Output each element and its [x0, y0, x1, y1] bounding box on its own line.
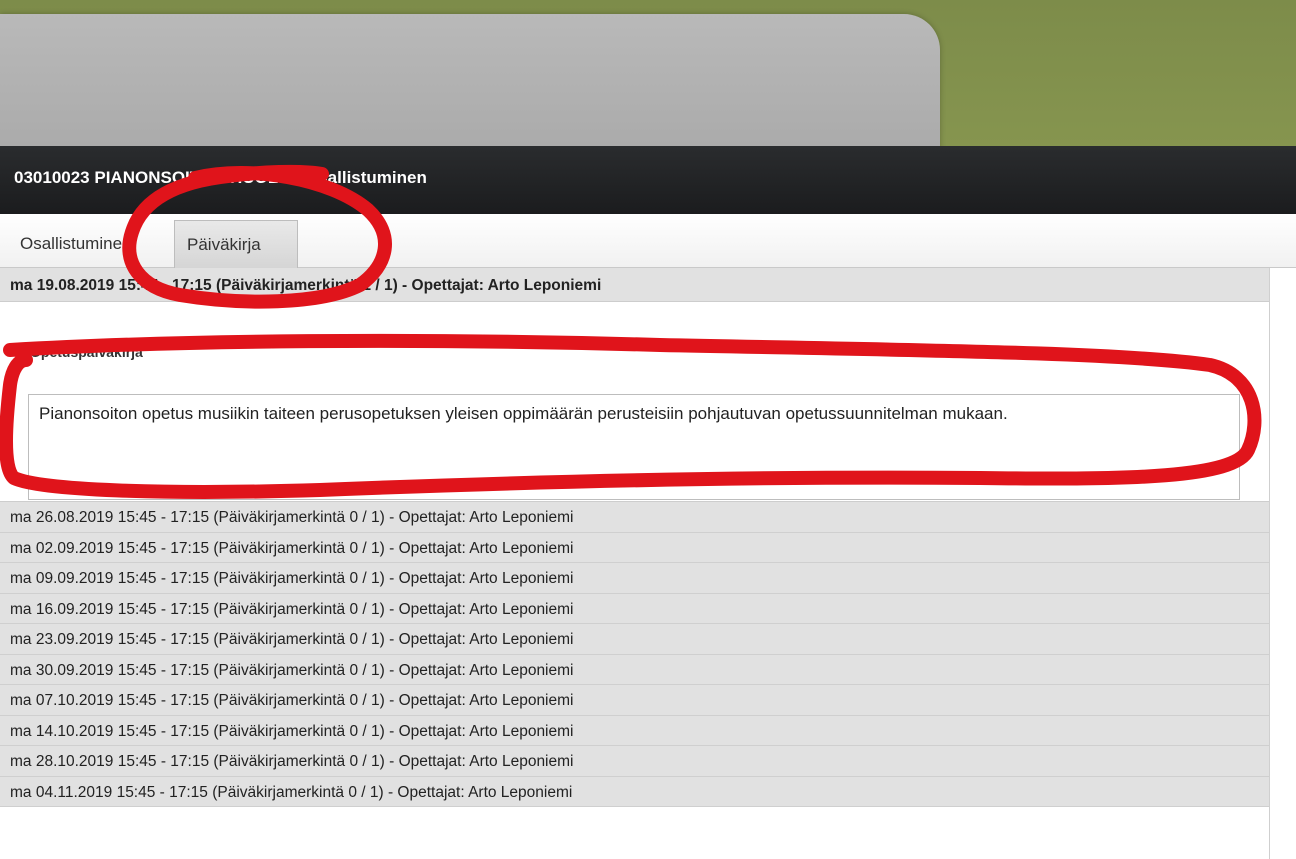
tab-osallistuminen[interactable]: Osallistuminen — [8, 220, 144, 268]
diary-entry-row[interactable]: ma 07.10.2019 15:45 - 17:15 (Päiväkirjam… — [0, 685, 1269, 716]
diary-entry-body: Opetuspäiväkirja Pianonsoiton opetus mus… — [0, 302, 1269, 502]
diary-entry-text[interactable]: Pianonsoiton opetus musiikin taiteen per… — [28, 394, 1240, 500]
diary-entry-row[interactable]: ma 26.08.2019 15:45 - 17:15 (Päiväkirjam… — [0, 502, 1269, 533]
diary-entry-label: Opetuspäiväkirja — [30, 344, 143, 360]
diary-entry-row[interactable]: ma 14.10.2019 15:45 - 17:15 (Päiväkirjam… — [0, 715, 1269, 746]
tab-paivakirja[interactable]: Päiväkirja — [174, 220, 298, 268]
app-window: 03010023 PIANONSOITON HUOLTO Osallistumi… — [0, 0, 1296, 859]
tab-bar: Osallistuminen Päiväkirja — [0, 214, 1296, 268]
page-title: 03010023 PIANONSOITON HUOLTO Osallistumi… — [14, 168, 427, 187]
diary-entry-row[interactable]: ma 04.11.2019 15:45 - 17:15 (Päiväkirjam… — [0, 776, 1269, 807]
diary-entry-row[interactable]: ma 09.09.2019 15:45 - 17:15 (Päiväkirjam… — [0, 563, 1269, 594]
title-bar: 03010023 PIANONSOITON HUOLTO Osallistumi… — [0, 146, 1296, 214]
diary-entry-row[interactable]: ma 23.09.2019 15:45 - 17:15 (Päiväkirjam… — [0, 624, 1269, 655]
diary-entry-row[interactable]: ma 16.09.2019 15:45 - 17:15 (Päiväkirjam… — [0, 593, 1269, 624]
header-panel — [0, 14, 940, 164]
diary-list: ma 19.08.2019 15:45 - 17:15 (Päiväkirjam… — [0, 268, 1270, 859]
diary-entry-row[interactable]: ma 28.10.2019 15:45 - 17:15 (Päiväkirjam… — [0, 746, 1269, 777]
diary-entry-row[interactable]: ma 02.09.2019 15:45 - 17:15 (Päiväkirjam… — [0, 532, 1269, 563]
diary-entry-header-open[interactable]: ma 19.08.2019 15:45 - 17:15 (Päiväkirjam… — [0, 268, 1269, 302]
diary-entry-row[interactable]: ma 30.09.2019 15:45 - 17:15 (Päiväkirjam… — [0, 654, 1269, 685]
